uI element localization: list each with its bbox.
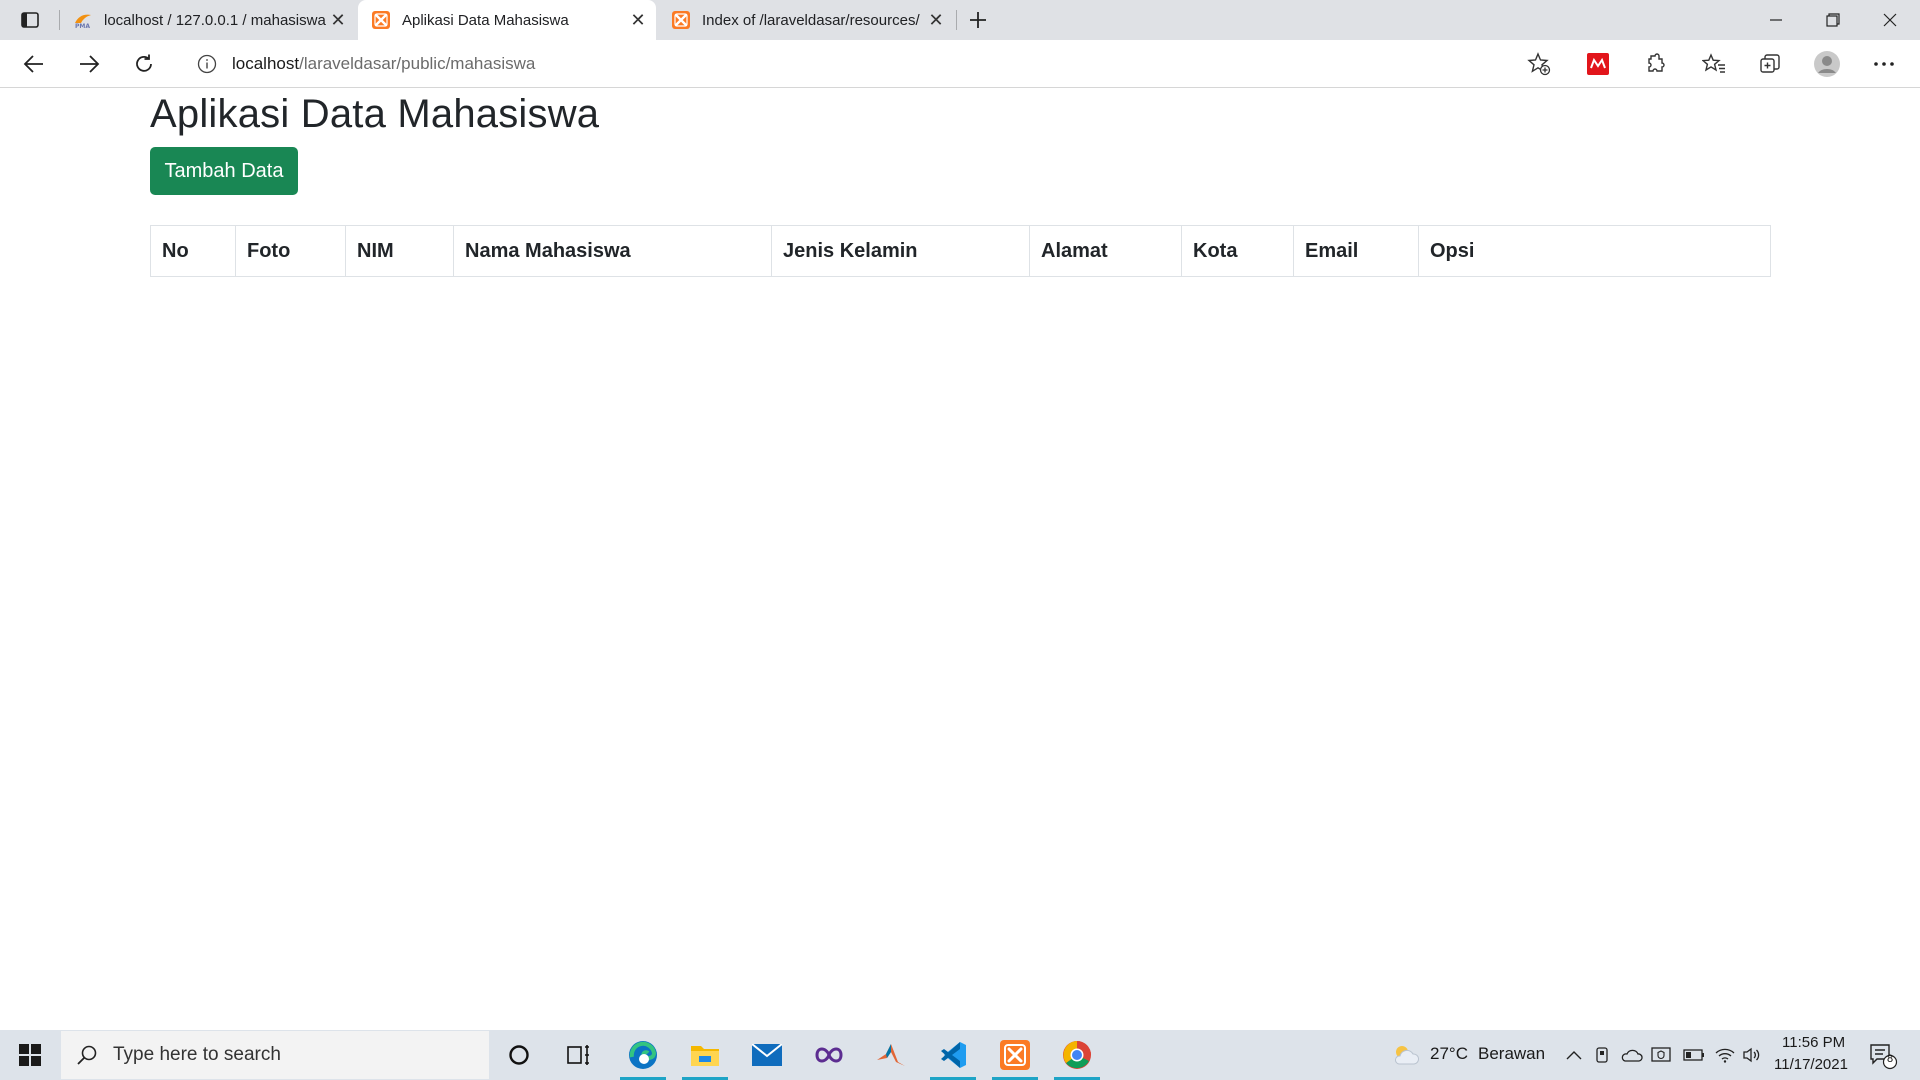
favorites-icon[interactable] [1698, 48, 1730, 80]
search-icon [75, 1043, 99, 1067]
close-tab-icon[interactable]: ✕ [626, 8, 650, 32]
chevron-up-icon[interactable] [1563, 1044, 1585, 1066]
tab-title: localhost / 127.0.0.1 / mahasiswa [104, 11, 326, 29]
weather-temperature[interactable]: 27°C [1430, 1044, 1468, 1064]
notification-count: 8 [1886, 1053, 1894, 1065]
column-header-alamat: Alamat [1029, 225, 1182, 277]
tab-actions-icon[interactable] [16, 8, 44, 32]
browser-tab-bar: PMA localhost / 127.0.0.1 / mahasiswa ✕ … [0, 0, 1920, 40]
table-header-row: No Foto NIM Nama Mahasiswa Jenis Kelamin… [150, 225, 1771, 277]
column-header-kota: Kota [1181, 225, 1294, 277]
visual-studio-icon[interactable] [800, 1030, 858, 1080]
xampp-icon[interactable] [986, 1030, 1044, 1080]
vscode-icon[interactable] [924, 1030, 982, 1080]
minimize-icon[interactable] [1748, 0, 1804, 40]
mendeley-extension-icon[interactable] [1582, 48, 1614, 80]
column-header-opsi: Opsi [1418, 225, 1771, 277]
tab-title: Aplikasi Data Mahasiswa [402, 11, 569, 29]
back-icon[interactable] [18, 48, 50, 80]
weather-cloud-icon[interactable] [1392, 1044, 1420, 1066]
add-data-button[interactable]: Tambah Data [150, 147, 298, 195]
cortana-icon[interactable] [490, 1030, 548, 1080]
close-tab-icon[interactable]: ✕ [326, 8, 350, 32]
windows-start-icon[interactable] [10, 1040, 50, 1070]
url-path: /laraveldasar/public/mahasiswa [299, 54, 536, 73]
taskbar-search-box[interactable]: Type here to search [61, 1031, 489, 1079]
volume-icon[interactable] [1741, 1044, 1763, 1066]
refresh-icon[interactable] [128, 48, 160, 80]
page-title: Aplikasi Data Mahasiswa [150, 92, 600, 136]
url-host: localhost [232, 54, 300, 73]
mail-icon[interactable] [738, 1030, 796, 1080]
table-header: No Foto NIM Nama Mahasiswa Jenis Kelamin… [150, 225, 1771, 277]
onedrive-icon[interactable] [1621, 1044, 1643, 1066]
info-icon[interactable] [196, 53, 218, 75]
tab-phpmyadmin[interactable]: PMA localhost / 127.0.0.1 / mahasiswa ✕ [60, 0, 356, 40]
column-header-nama: Nama Mahasiswa [453, 225, 772, 277]
search-placeholder: Type here to search [113, 1044, 281, 1065]
address-bar[interactable]: localhost/laraveldasar/public/mahasiswa [180, 46, 1562, 82]
weather-condition[interactable]: Berawan [1478, 1044, 1545, 1064]
xampp-icon [372, 11, 390, 29]
task-view-icon[interactable] [550, 1030, 608, 1080]
battery-icon[interactable] [1683, 1044, 1705, 1066]
xampp-icon [672, 11, 690, 29]
profile-avatar-icon[interactable] [1811, 48, 1843, 80]
file-explorer-icon[interactable] [676, 1030, 734, 1080]
column-header-no: No [150, 225, 236, 277]
close-window-icon[interactable] [1862, 0, 1918, 40]
wifi-icon[interactable] [1714, 1044, 1736, 1066]
tab-aplikasi-data-mahasiswa[interactable]: Aplikasi Data Mahasiswa ✕ [358, 0, 656, 40]
extensions-icon[interactable] [1638, 48, 1670, 80]
edge-icon[interactable] [614, 1030, 672, 1080]
clock-date[interactable]: 11/17/2021 [1774, 1056, 1848, 1073]
tab-index-resources[interactable]: Index of /laraveldasar/resources/ ✕ [658, 0, 954, 40]
close-tab-icon[interactable]: ✕ [924, 8, 948, 32]
column-header-jenis-kelamin: Jenis Kelamin [771, 225, 1030, 277]
mahasiswa-table: No Foto NIM Nama Mahasiswa Jenis Kelamin… [150, 225, 1771, 277]
column-header-nim: NIM [345, 225, 454, 277]
collections-icon[interactable] [1754, 48, 1786, 80]
browser-toolbar: localhost/laraveldasar/public/mahasiswa [0, 40, 1920, 116]
forward-icon[interactable] [73, 48, 105, 80]
url-text: localhost/laraveldasar/public/mahasiswa [232, 54, 535, 74]
settings-more-icon[interactable] [1868, 48, 1900, 80]
security-icon[interactable] [1650, 1044, 1672, 1066]
svg-text:PMA: PMA [75, 23, 90, 29]
matlab-icon[interactable] [862, 1030, 920, 1080]
add-favorite-icon[interactable] [1523, 48, 1555, 80]
restore-icon[interactable] [1805, 0, 1861, 40]
column-header-email: Email [1293, 225, 1419, 277]
meet-now-icon[interactable] [1592, 1044, 1614, 1066]
clock-time[interactable]: 11:56 PM [1782, 1034, 1845, 1051]
column-header-foto: Foto [235, 225, 346, 277]
phpmyadmin-icon: PMA [74, 11, 92, 30]
notification-center-icon[interactable]: 8 [1868, 1042, 1898, 1070]
new-tab-icon[interactable] [964, 6, 992, 34]
chrome-icon[interactable] [1048, 1030, 1106, 1080]
tab-separator [956, 10, 957, 30]
windows-taskbar: Type here to search 27°C Berawan 11:56 P… [0, 1030, 1920, 1080]
tab-title: Index of /laraveldasar/resources/ [702, 11, 920, 29]
page-content: Aplikasi Data Mahasiswa Tambah Data No F… [0, 89, 1920, 1030]
